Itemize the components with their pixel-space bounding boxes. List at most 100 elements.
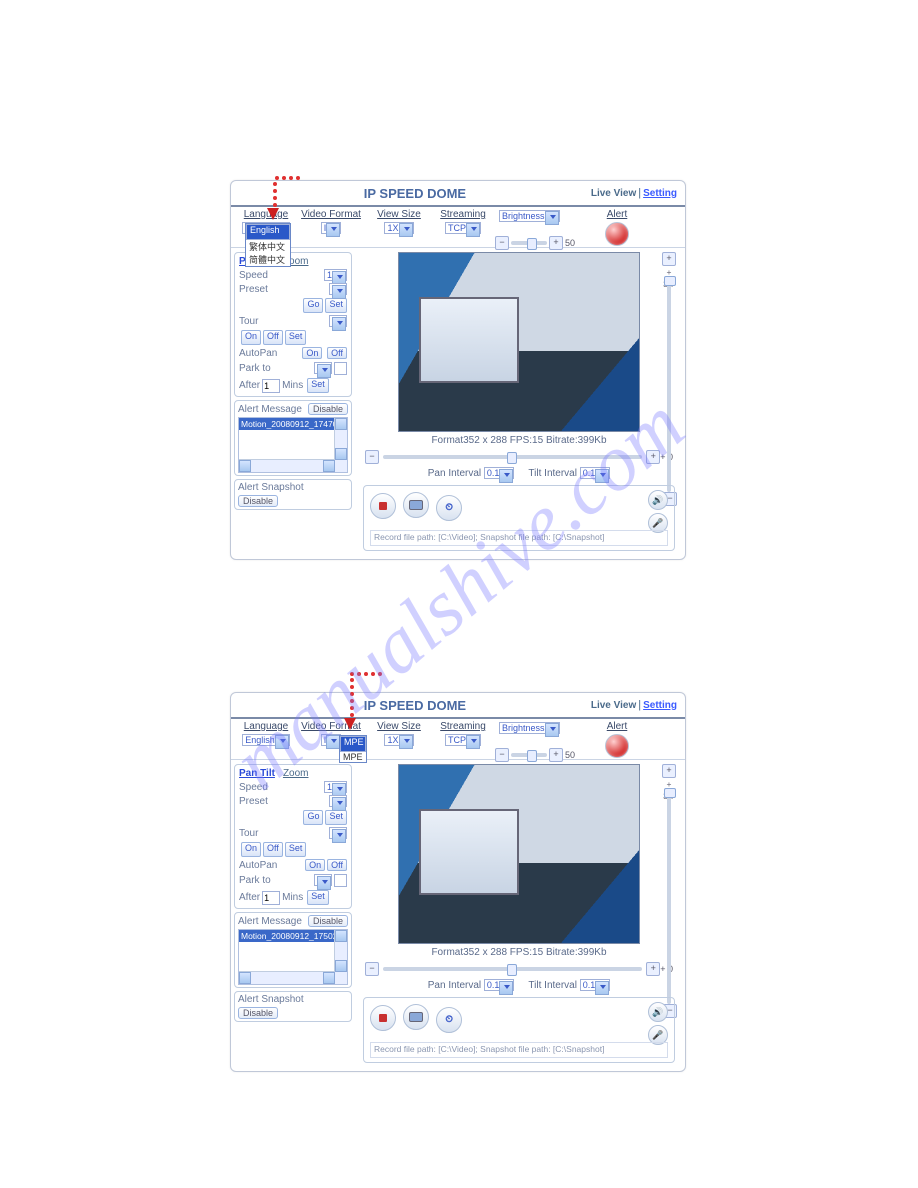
alert-button[interactable] <box>605 734 629 758</box>
speaker-icon[interactable]: 🔊 <box>648 1002 668 1022</box>
pan-slider-handle[interactable] <box>507 452 517 464</box>
tour-on-button[interactable]: On <box>241 330 261 345</box>
pan-plus-button[interactable]: + <box>646 962 660 976</box>
language-select[interactable]: English <box>242 734 290 746</box>
adjust-select[interactable]: Brightness <box>499 210 560 222</box>
alert-snapshot-disable-button[interactable]: Disable <box>238 1007 278 1019</box>
parkto-select[interactable] <box>314 874 332 886</box>
parkto-select[interactable] <box>314 362 332 374</box>
tour-select[interactable] <box>329 315 347 327</box>
settings-link[interactable]: Setting <box>643 700 677 711</box>
tab-zoom[interactable]: Zoom <box>283 768 309 779</box>
record-button[interactable] <box>370 493 396 519</box>
pan-interval-select[interactable]: 0.1 <box>484 467 515 479</box>
preset-set-button[interactable]: Set <box>325 298 347 313</box>
preset-select[interactable] <box>329 283 347 295</box>
tilt-interval-select[interactable]: 0.1 <box>580 979 611 991</box>
video-format-dropdown-open[interactable]: MPE MPE <box>339 735 367 763</box>
scroll-up-icon[interactable] <box>335 418 347 430</box>
live-view-link[interactable]: Live View <box>591 700 636 711</box>
language-option-english[interactable]: English <box>246 224 290 240</box>
video-status: Format352 x 288 FPS:15 Bitrate:399Kb <box>359 947 679 958</box>
speed-select[interactable]: 1 <box>324 781 347 793</box>
scroll-down-icon[interactable] <box>335 448 347 460</box>
scroll-down-icon[interactable] <box>335 960 347 972</box>
alert-message-list[interactable]: Motion_20080912_174709 <box>238 417 348 473</box>
scroll-right-icon[interactable] <box>323 460 335 472</box>
language-option-simp[interactable]: 简體中文 <box>246 253 290 266</box>
pan-slider-handle[interactable] <box>507 964 517 976</box>
autopan-off-button[interactable]: Off <box>327 347 347 359</box>
speaker-icon[interactable]: 🔊 <box>648 490 668 510</box>
video-format-select[interactable]: I <box>321 222 342 234</box>
scrollbar-horizontal[interactable] <box>239 971 335 984</box>
alert-button[interactable] <box>605 222 629 246</box>
record-button[interactable] <box>370 1005 396 1031</box>
tilt-slider-handle[interactable] <box>664 788 676 798</box>
tilt-slider-handle[interactable] <box>664 276 676 286</box>
tour-set-button[interactable]: Set <box>285 842 307 857</box>
scroll-right-icon[interactable] <box>323 972 335 984</box>
scroll-left-icon[interactable] <box>239 460 251 472</box>
settings-link[interactable]: Setting <box>643 188 677 199</box>
tour-off-button[interactable]: Off <box>263 842 283 857</box>
annotation-arrow-2 <box>350 672 382 730</box>
autopan-off-button[interactable]: Off <box>327 859 347 871</box>
video-format-option-1[interactable]: MPE <box>340 752 366 762</box>
schedule-button[interactable]: ⏲ <box>436 495 462 521</box>
preset-set-button[interactable]: Set <box>325 810 347 825</box>
after-set-button[interactable]: Set <box>307 890 329 905</box>
pan-minus-button[interactable]: − <box>365 450 379 464</box>
preset-go-button[interactable]: Go <box>303 298 323 313</box>
pan-minus-button[interactable]: − <box>365 962 379 976</box>
parkto-checkbox[interactable] <box>334 874 347 887</box>
view-size-select[interactable]: 1X <box>384 222 413 234</box>
brightness-slider-track[interactable] <box>511 753 547 757</box>
pan-interval-select[interactable]: 0.1 <box>484 979 515 991</box>
autopan-on-button[interactable]: On <box>302 347 322 359</box>
streaming-select[interactable]: TCP <box>445 734 481 746</box>
tilt-slider-track[interactable] <box>667 790 671 1004</box>
language-option-trad[interactable]: 繁体中文 <box>246 240 290 253</box>
tilt-plus-button[interactable]: + <box>662 764 676 778</box>
alert-message-item[interactable]: Motion_20080912_174709 <box>239 418 347 430</box>
snapshot-button[interactable] <box>403 1004 429 1030</box>
view-size-select[interactable]: 1X <box>384 734 413 746</box>
alert-message-disable-button[interactable]: Disable <box>308 915 348 927</box>
brightness-slider-track[interactable] <box>511 241 547 245</box>
tilt-plus-button[interactable]: + <box>662 252 676 266</box>
pan-slider-track[interactable] <box>383 455 642 459</box>
tour-select[interactable] <box>329 827 347 839</box>
speed-select[interactable]: 1 <box>324 269 347 281</box>
alert-message-list[interactable]: Motion_20080912_175024 <box>238 929 348 985</box>
tour-off-button[interactable]: Off <box>263 330 283 345</box>
after-set-button[interactable]: Set <box>307 378 329 393</box>
parkto-checkbox[interactable] <box>334 362 347 375</box>
tour-on-button[interactable]: On <box>241 842 261 857</box>
alert-message-disable-button[interactable]: Disable <box>308 403 348 415</box>
streaming-select[interactable]: TCP <box>445 222 481 234</box>
video-format-option-0[interactable]: MPE <box>340 736 366 752</box>
after-input[interactable] <box>262 891 280 905</box>
alert-message-item[interactable]: Motion_20080912_175024 <box>239 930 347 942</box>
scroll-up-icon[interactable] <box>335 930 347 942</box>
preset-select[interactable] <box>329 795 347 807</box>
tilt-interval-label: Tilt Interval <box>528 468 577 479</box>
scroll-left-icon[interactable] <box>239 972 251 984</box>
tab-pan-tilt[interactable]: Pan Tilt <box>239 768 275 779</box>
tour-set-button[interactable]: Set <box>285 330 307 345</box>
tilt-interval-select[interactable]: 0.1 <box>580 467 611 479</box>
pan-slider-track[interactable] <box>383 967 642 971</box>
language-dropdown-open[interactable]: English 繁体中文 简體中文 <box>245 223 291 267</box>
scrollbar-horizontal[interactable] <box>239 459 335 472</box>
preset-go-button[interactable]: Go <box>303 810 323 825</box>
live-view-link[interactable]: Live View <box>591 188 636 199</box>
pan-plus-button[interactable]: + <box>646 450 660 464</box>
autopan-on-button[interactable]: On <box>305 859 325 871</box>
adjust-select[interactable]: Brightness <box>499 722 560 734</box>
alert-snapshot-disable-button[interactable]: Disable <box>238 495 278 507</box>
tilt-slider-track[interactable] <box>667 278 671 492</box>
after-input[interactable] <box>262 379 280 393</box>
snapshot-button[interactable] <box>403 492 429 518</box>
schedule-button[interactable]: ⏲ <box>436 1007 462 1033</box>
